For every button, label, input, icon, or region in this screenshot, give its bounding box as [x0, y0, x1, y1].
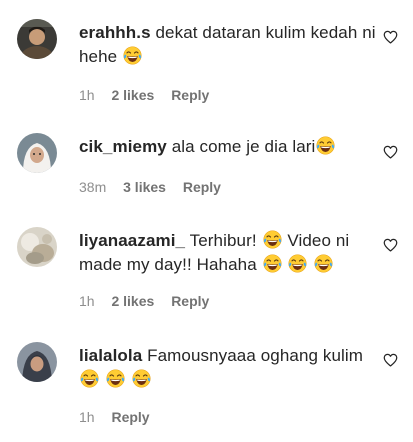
face-with-tears-of-joy-emoji-icon [132, 369, 151, 388]
comment-username[interactable]: cik_miemy [79, 137, 167, 156]
comment-text: erahhh.s dekat dataran kulim kedah ni he… [79, 21, 379, 69]
comment-username[interactable]: lialalola [79, 346, 142, 365]
likes-count[interactable]: 3 likes [123, 179, 166, 195]
profile-photo-icon [17, 227, 57, 267]
comment-time: 1h [79, 87, 95, 103]
profile-photo-icon [17, 342, 57, 382]
face-with-tears-of-joy-emoji-icon [263, 254, 282, 273]
avatar[interactable] [17, 133, 57, 173]
comment-meta: 1h 2 likes Reply [79, 87, 222, 103]
face-with-tears-of-joy-emoji-icon [263, 230, 282, 249]
comment-time: 1h [79, 293, 95, 309]
comment-meta: 1h 2 likes Reply [79, 293, 222, 309]
heart-outline-icon[interactable] [383, 353, 398, 367]
comment-text: cik_miemy ala come je dia lari [79, 135, 379, 159]
comment-username[interactable]: erahhh.s [79, 23, 151, 42]
face-with-tears-of-joy-emoji-icon [80, 369, 99, 388]
avatar[interactable] [17, 227, 57, 267]
reply-button[interactable]: Reply [171, 87, 209, 103]
likes-count[interactable]: 2 likes [111, 293, 154, 309]
comment-body: Famousnyaaa oghang kulim [147, 346, 364, 365]
comment-meta: 1h Reply [79, 409, 163, 425]
face-with-tears-of-joy-emoji-icon [123, 46, 142, 65]
comment-username[interactable]: liyanaazami_ [79, 231, 185, 250]
likes-count[interactable]: 2 likes [111, 87, 154, 103]
face-with-tears-of-joy-emoji-icon [316, 136, 335, 155]
avatar[interactable] [17, 19, 57, 59]
avatar[interactable] [17, 342, 57, 382]
profile-photo-icon [17, 19, 57, 59]
face-with-tears-of-joy-emoji-icon [288, 254, 307, 273]
comment-time: 1h [79, 409, 95, 425]
heart-outline-icon[interactable] [383, 145, 398, 159]
comment-meta: 38m 3 likes Reply [79, 179, 234, 195]
comment-body: Terhibur! [189, 231, 257, 250]
heart-outline-icon[interactable] [383, 238, 398, 252]
reply-button[interactable]: Reply [183, 179, 221, 195]
face-with-tears-of-joy-emoji-icon [314, 254, 333, 273]
comment-text: liyanaazami_ Terhibur! Video ni made my … [79, 229, 379, 277]
heart-outline-icon[interactable] [383, 30, 398, 44]
comment-text: lialalola Famousnyaaa oghang kulim [79, 344, 379, 392]
reply-button[interactable]: Reply [171, 293, 209, 309]
profile-photo-icon [17, 133, 57, 173]
reply-button[interactable]: Reply [111, 409, 149, 425]
comment-body: ala come je dia lari [171, 137, 316, 156]
comment-time: 38m [79, 179, 107, 195]
face-with-tears-of-joy-emoji-icon [106, 369, 125, 388]
